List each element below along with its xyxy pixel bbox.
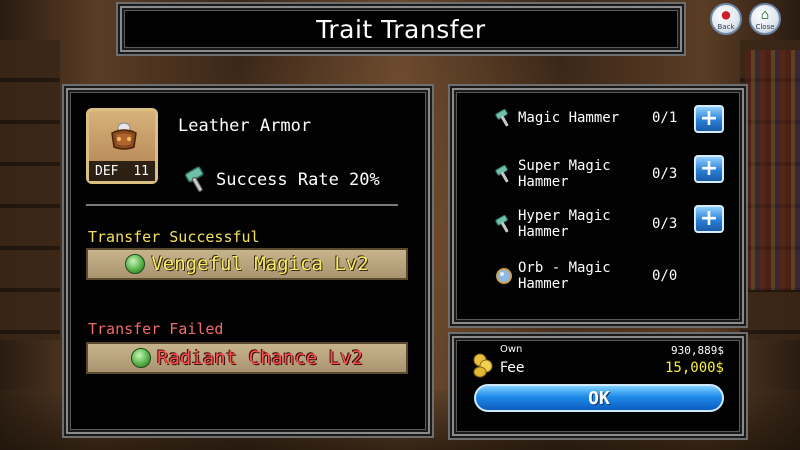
success-trait-bar: Vengeful Magica Lv2 bbox=[86, 248, 408, 280]
stat-value: 11 bbox=[133, 163, 149, 179]
trait-orb-icon bbox=[125, 254, 146, 274]
success-rate-row: Success Rate 20% bbox=[182, 166, 380, 194]
ok-button[interactable]: OK bbox=[474, 384, 724, 412]
material-count: 0/3 bbox=[652, 216, 678, 232]
hyper-magic-hammer-icon bbox=[495, 214, 509, 233]
add-super-magic-hammer-button[interactable]: + bbox=[694, 155, 724, 183]
material-count: 0/1 bbox=[652, 110, 678, 126]
fee-panel: Own 930,889$ Fee 15,000$ OK bbox=[452, 336, 744, 436]
fee-value: 15,000$ bbox=[664, 360, 724, 376]
fee-label: Fee bbox=[500, 360, 525, 376]
back-button[interactable]: ● Back bbox=[710, 3, 742, 35]
material-row: Hyper Magic Hammer 0/3 bbox=[494, 208, 692, 240]
own-value: 930,889$ bbox=[671, 344, 724, 357]
close-label: Close bbox=[755, 23, 775, 31]
success-trait-name: Vengeful Magica Lv2 bbox=[151, 253, 369, 275]
background-books bbox=[745, 50, 800, 290]
material-name: Orb - Magic Hammer bbox=[518, 260, 611, 292]
coin-icon bbox=[473, 353, 493, 378]
trait-orb-icon bbox=[131, 348, 152, 368]
magic-hammer-icon bbox=[495, 108, 509, 127]
hammer-icon bbox=[185, 166, 204, 192]
failed-trait-bar: Radiant Chance Lv2 bbox=[86, 342, 408, 374]
leather-armor-icon bbox=[111, 122, 137, 150]
item-panel: DEF 11 Leather Armor Success Rate 20% Tr… bbox=[66, 88, 430, 434]
super-magic-hammer-icon bbox=[495, 164, 509, 183]
page-title: Trait Transfer bbox=[316, 14, 486, 44]
material-name: Hyper Magic Hammer bbox=[518, 208, 611, 240]
item-stat-row: DEF 11 bbox=[89, 161, 155, 181]
orb-icon bbox=[496, 268, 512, 284]
add-hyper-magic-hammer-button[interactable]: + bbox=[694, 205, 724, 233]
transfer-failed-label: Transfer Failed bbox=[88, 320, 224, 338]
material-row: Orb - Magic Hammer 0/0 bbox=[494, 260, 692, 292]
back-label: Back bbox=[717, 23, 735, 31]
home-icon: ⌂ bbox=[760, 7, 770, 23]
material-count: 0/3 bbox=[652, 166, 678, 182]
item-slot[interactable]: DEF 11 bbox=[86, 108, 158, 184]
close-button[interactable]: ⌂ Close bbox=[749, 3, 781, 35]
material-row: Magic Hammer 0/1 bbox=[494, 108, 692, 128]
stat-label: DEF bbox=[95, 163, 119, 179]
back-icon: ● bbox=[721, 7, 731, 23]
divider bbox=[86, 204, 398, 206]
transfer-success-label: Transfer Successful bbox=[88, 228, 260, 246]
material-row: Super Magic Hammer 0/3 bbox=[494, 158, 692, 190]
material-name: Magic Hammer bbox=[518, 110, 620, 126]
background-shelf-left bbox=[0, 40, 60, 340]
material-count: 0/0 bbox=[652, 268, 678, 284]
title-bar: Trait Transfer bbox=[120, 6, 682, 52]
own-label: Own bbox=[500, 344, 523, 355]
success-rate-text: Success Rate 20% bbox=[216, 170, 380, 190]
add-magic-hammer-button[interactable]: + bbox=[694, 105, 724, 133]
materials-panel: Magic Hammer 0/1 + Super Magic Hammer 0/… bbox=[452, 88, 744, 324]
failed-trait-name: Radiant Chance Lv2 bbox=[157, 347, 363, 369]
material-name: Super Magic Hammer bbox=[518, 158, 611, 190]
item-name: Leather Armor bbox=[178, 116, 312, 136]
